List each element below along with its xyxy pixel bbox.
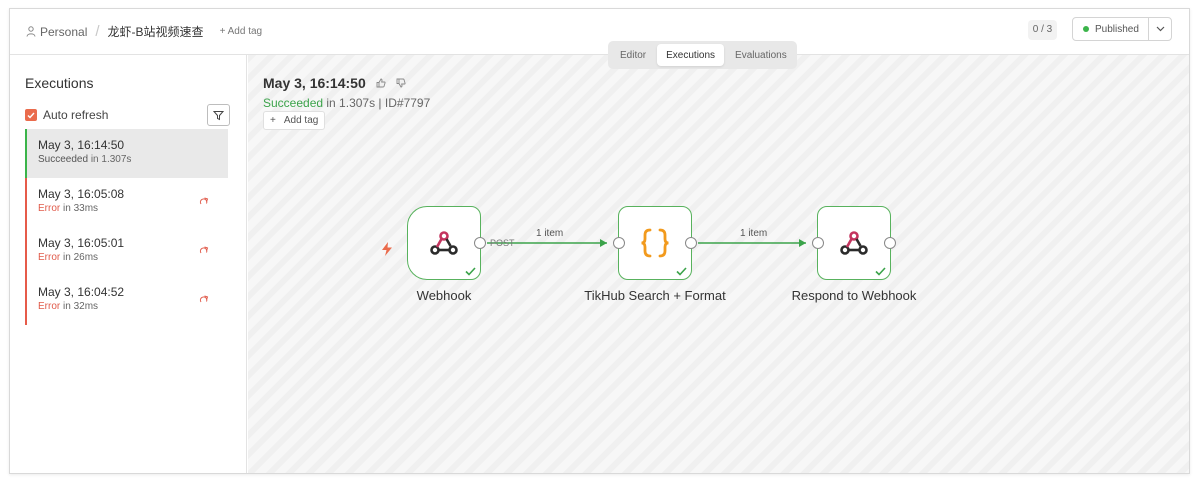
filter-button[interactable] xyxy=(207,104,230,126)
top-header: Personal / 龙虾-B站视频速查 + Add tag 0 / 3 Pub… xyxy=(10,9,1189,55)
node-label-tikhub: TikHub Search + Format xyxy=(584,288,726,303)
breadcrumb-separator: / xyxy=(95,23,100,40)
retry-icon[interactable] xyxy=(199,197,209,207)
input-handle[interactable] xyxy=(812,237,824,249)
node-tikhub-search[interactable] xyxy=(613,206,697,280)
execution-duration: in 1.307s xyxy=(88,154,132,165)
retry-icon[interactable] xyxy=(199,295,209,305)
published-button[interactable]: Published xyxy=(1073,18,1148,40)
webhook-icon xyxy=(840,231,868,255)
header-add-tag-button[interactable]: + Add tag xyxy=(220,26,263,37)
view-tabs: Editor Executions Evaluations xyxy=(608,41,797,69)
execution-item-selected[interactable]: May 3, 16:14:50 Succeeded in 1.307s xyxy=(25,129,228,178)
trigger-bolt-icon xyxy=(382,242,392,256)
node-webhook[interactable] xyxy=(407,206,486,280)
execution-status-text: Error xyxy=(38,301,61,312)
execution-status-text: Succeeded xyxy=(38,154,89,165)
retry-icon[interactable] xyxy=(199,246,209,256)
arrow-icon xyxy=(799,239,806,247)
tab-editor[interactable]: Editor xyxy=(611,44,655,66)
execution-status-text: Error xyxy=(38,252,61,263)
tab-evaluations[interactable]: Evaluations xyxy=(726,44,796,66)
checkmark-icon xyxy=(27,112,35,119)
edge-item-count: 1 item xyxy=(536,228,564,239)
code-braces-icon xyxy=(641,228,669,258)
output-handle[interactable] xyxy=(685,237,697,249)
execution-item[interactable]: May 3, 16:05:01 Error in 26ms xyxy=(25,227,228,276)
output-handle[interactable] xyxy=(474,237,486,249)
executions-sidebar: Executions Auto refresh May 3, 16:14:50 … xyxy=(10,55,247,473)
connections xyxy=(487,239,806,247)
input-handle[interactable] xyxy=(613,237,625,249)
webhook-method-label: POST xyxy=(490,238,515,248)
execution-date: May 3, 16:14:50 xyxy=(38,138,125,152)
filter-icon xyxy=(213,110,224,120)
publish-control: Published xyxy=(1072,17,1172,41)
execution-duration: in 26ms xyxy=(60,252,99,263)
arrow-icon xyxy=(600,239,607,247)
edge-item-count: 1 item xyxy=(740,228,768,239)
node-respond-to-webhook[interactable] xyxy=(812,206,896,280)
execution-duration: in 33ms xyxy=(60,203,99,214)
execution-status: Succeeded in 1.307s xyxy=(38,154,228,165)
tab-executions[interactable]: Executions xyxy=(657,44,725,66)
workflow-canvas[interactable]: May 3, 16:14:50 Succeeded in 1.307s | ID… xyxy=(248,55,1189,473)
chevron-down-icon xyxy=(1156,26,1164,32)
person-icon xyxy=(26,26,36,37)
breadcrumb: Personal / 龙虾-B站视频速查 + Add tag xyxy=(26,23,262,40)
status-dot xyxy=(1083,26,1089,32)
node-label-respond: Respond to Webhook xyxy=(791,288,917,303)
auto-refresh-label: Auto refresh xyxy=(43,108,109,122)
execution-duration: in 32ms xyxy=(60,301,99,312)
webhook-icon xyxy=(430,231,458,255)
success-check-icon xyxy=(875,267,886,276)
output-handle[interactable] xyxy=(884,237,896,249)
publish-dropdown-button[interactable] xyxy=(1148,18,1171,40)
workflow-name[interactable]: 龙虾-B站视频速查 xyxy=(108,23,204,40)
node-label-webhook: Webhook xyxy=(416,288,472,303)
sidebar-title: Executions xyxy=(25,75,94,91)
execution-item[interactable]: May 3, 16:04:52 Error in 32ms xyxy=(25,276,228,325)
breadcrumb-personal[interactable]: Personal xyxy=(40,25,87,39)
auto-refresh-toggle[interactable]: Auto refresh xyxy=(25,108,108,122)
app-window: Personal / 龙虾-B站视频速查 + Add tag 0 / 3 Pub… xyxy=(9,8,1190,474)
published-label: Published xyxy=(1095,23,1139,35)
execution-item[interactable]: May 3, 16:05:08 Error in 33ms xyxy=(25,178,228,227)
execution-status-text: Error xyxy=(38,203,61,214)
version-counter: 0 / 3 xyxy=(1028,20,1057,40)
success-check-icon xyxy=(465,267,476,276)
success-check-icon xyxy=(676,267,687,276)
auto-refresh-checkbox[interactable] xyxy=(25,109,37,121)
execution-list: May 3, 16:14:50 Succeeded in 1.307s May … xyxy=(25,129,228,325)
